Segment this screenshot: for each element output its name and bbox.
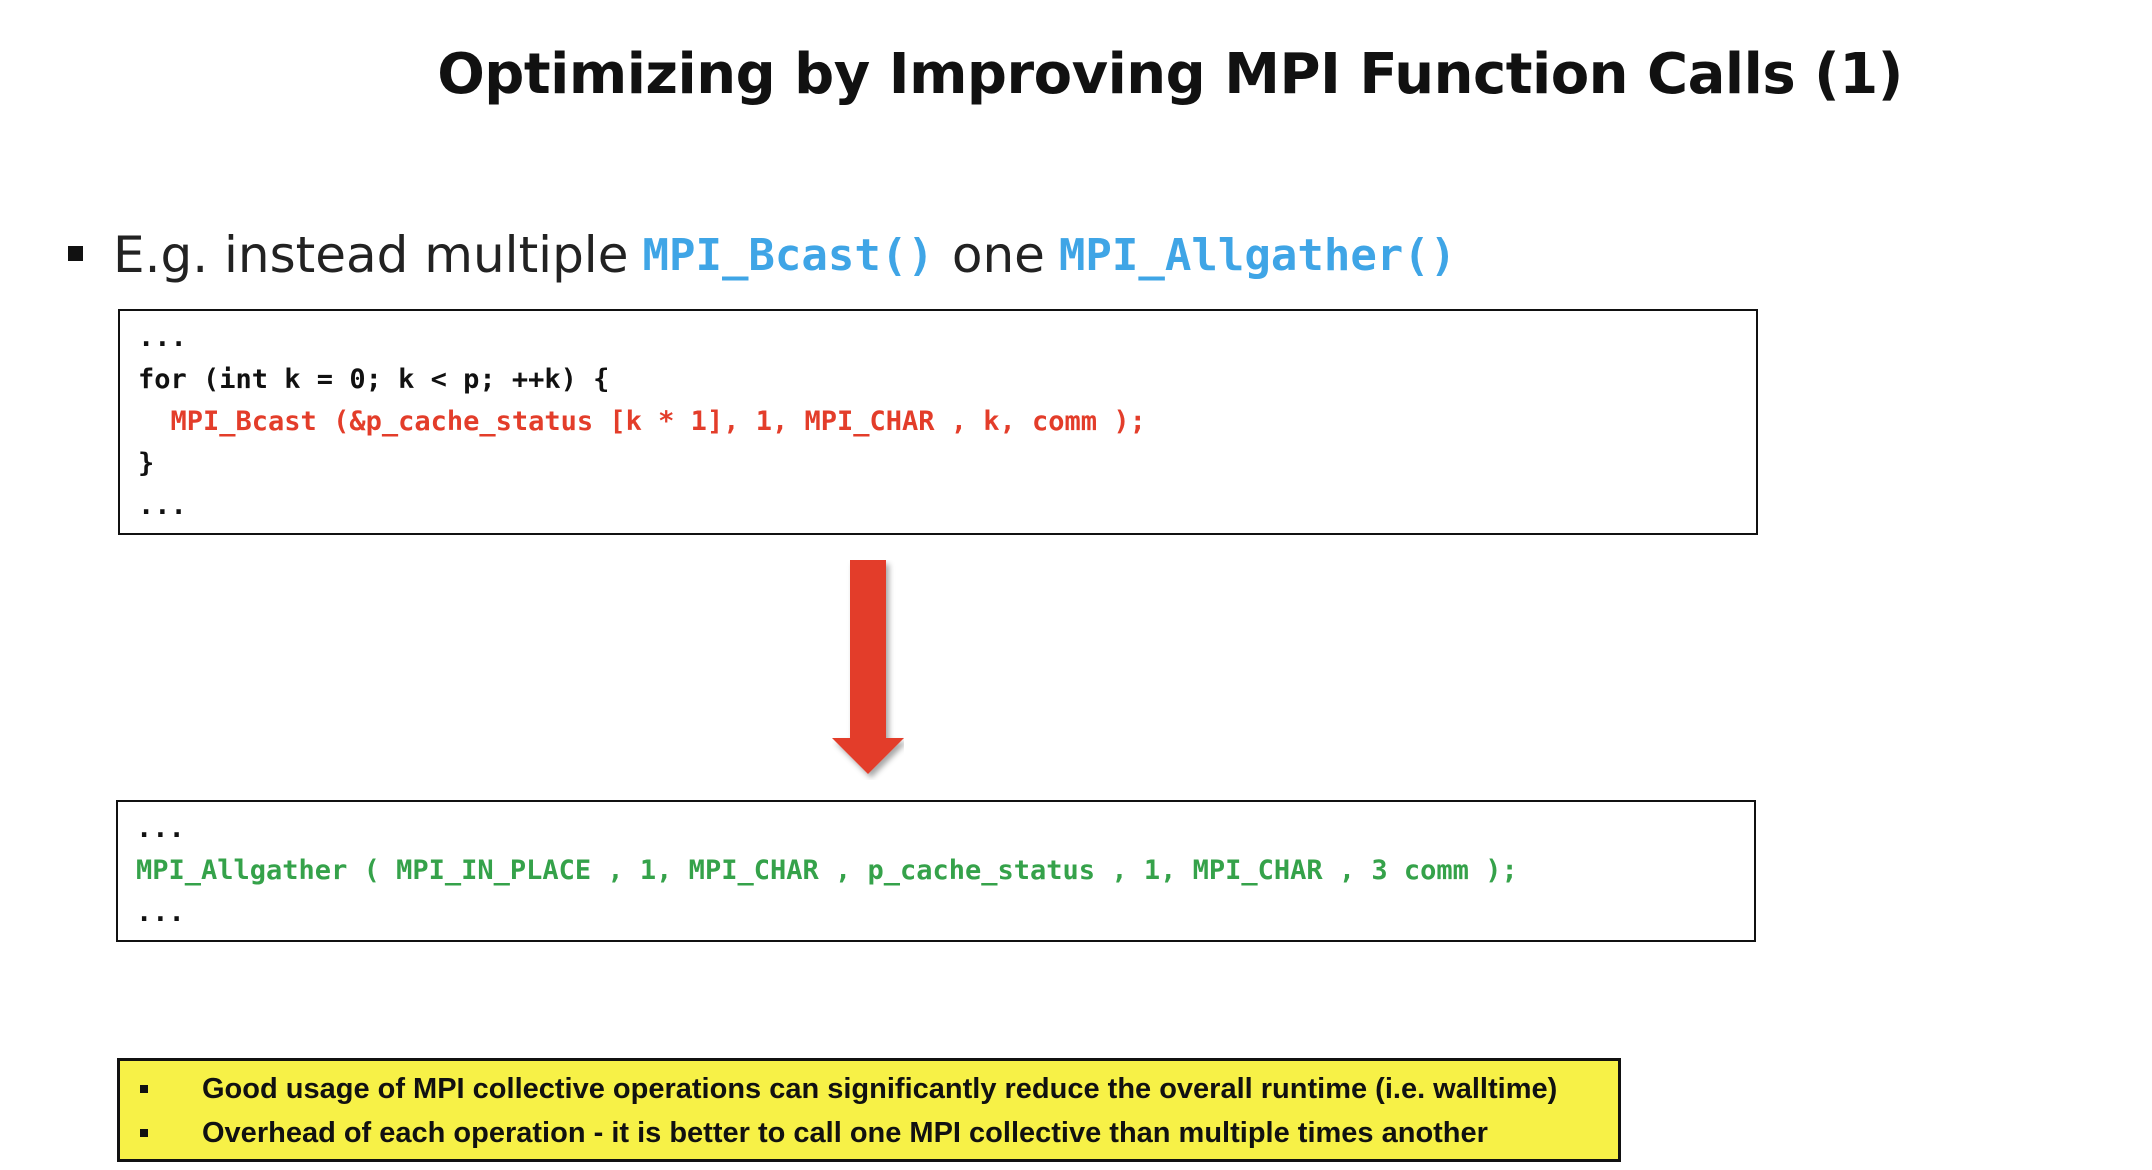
code-line-closing-brace: }: [138, 448, 155, 479]
allgather-function-name: MPI_Allgather(): [1058, 229, 1457, 281]
code-line-allgather-call: MPI_Allgather ( MPI_IN_PLACE , 1, MPI_CH…: [136, 855, 1518, 886]
code-line-ellipsis-top: ...: [136, 813, 185, 844]
code-line-bcast-call: MPI_Bcast (&p_cache_status [k * 1], 1, M…: [138, 406, 1146, 437]
code-line-ellipsis-bottom: ...: [138, 490, 187, 521]
code-line-ellipsis-bottom: ...: [136, 897, 185, 928]
example-bullet: E.g. instead multiple MPI_Bcast() one MP…: [68, 220, 1474, 290]
code-block-before: ... for (int k = 0; k < p; ++k) { MPI_Bc…: [118, 309, 1758, 535]
code-line-ellipsis-top: ...: [138, 322, 187, 353]
note-item-text: Overhead of each operation - it is bette…: [202, 1116, 1488, 1149]
note-item-text: Good usage of MPI collective operations …: [202, 1072, 1558, 1105]
square-bullet-icon: [140, 1085, 148, 1093]
down-arrow-icon: [832, 560, 904, 774]
slide-title: Optimizing by Improving MPI Function Cal…: [437, 42, 1903, 107]
square-bullet-icon: [68, 245, 83, 261]
code-line-for-loop: for (int k = 0; k < p; ++k) {: [138, 364, 610, 395]
summary-note-box: Good usage of MPI collective operations …: [117, 1058, 1621, 1162]
bcast-function-name: MPI_Bcast(): [642, 229, 934, 281]
note-item-overhead: Overhead of each operation - it is bette…: [140, 1113, 1488, 1153]
square-bullet-icon: [140, 1129, 148, 1137]
note-item-runtime: Good usage of MPI collective operations …: [140, 1069, 1557, 1109]
bullet-middle-text: one: [951, 226, 1045, 284]
bullet-prefix-text: E.g. instead multiple: [113, 226, 629, 284]
code-block-after: ... MPI_Allgather ( MPI_IN_PLACE , 1, MP…: [116, 800, 1756, 942]
